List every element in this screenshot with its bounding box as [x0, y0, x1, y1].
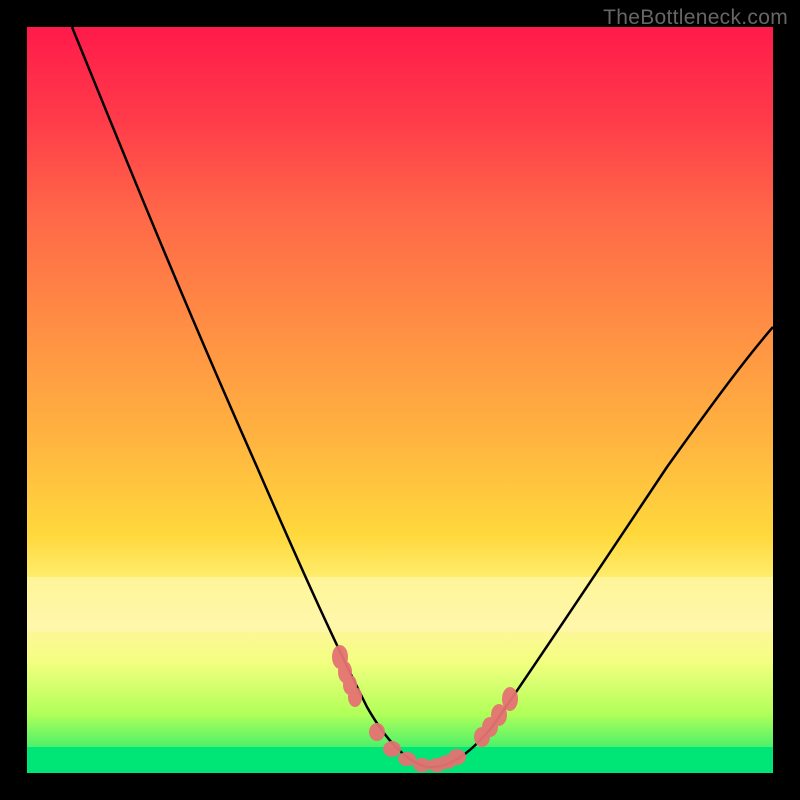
gradient-background — [27, 27, 773, 773]
chart-frame — [27, 27, 773, 773]
bottleneck-chart — [27, 27, 773, 773]
band-yellow — [27, 577, 773, 632]
watermark-text: TheBottleneck.com — [603, 6, 788, 30]
